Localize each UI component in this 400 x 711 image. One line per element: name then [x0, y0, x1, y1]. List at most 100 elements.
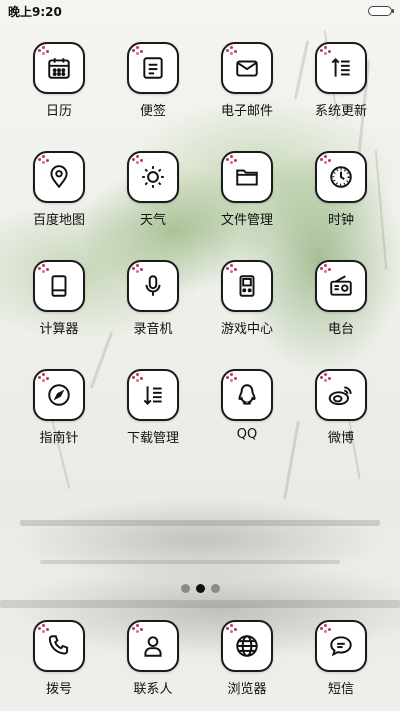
app-tile[interactable]	[315, 260, 367, 312]
app-tile[interactable]	[315, 369, 367, 421]
app-tile[interactable]	[221, 260, 273, 312]
app-weibo[interactable]: 微博	[301, 369, 381, 469]
page-dot-current[interactable]	[195, 584, 205, 593]
app-clock[interactable]: 时钟	[301, 151, 381, 251]
app-tile[interactable]	[33, 260, 85, 312]
mail-icon	[236, 60, 258, 77]
app-tile[interactable]	[315, 151, 367, 203]
blossom-decoration	[132, 373, 146, 383]
app-tile[interactable]	[315, 620, 367, 672]
app-label: 电台	[327, 322, 354, 337]
app-tile[interactable]	[127, 151, 179, 203]
app-email[interactable]: 电子邮件	[207, 42, 287, 142]
app-tile[interactable]	[127, 260, 179, 312]
app-tile[interactable]	[33, 42, 85, 94]
blossom-decoration	[38, 373, 52, 383]
microphone-icon	[145, 275, 161, 296]
app-row: 百度地图 天气 文件管理 时钟	[0, 151, 400, 251]
app-label: 拨号	[45, 682, 72, 697]
app-tile[interactable]	[33, 369, 85, 421]
clock-icon	[330, 166, 352, 188]
app-label: 日历	[45, 104, 72, 119]
gameboy-icon	[239, 275, 255, 297]
app-dialer[interactable]: 拨号	[19, 620, 99, 711]
radio-icon	[330, 275, 352, 296]
app-label: 下载管理	[126, 431, 179, 446]
blossom-decoration	[132, 46, 146, 56]
app-tile[interactable]	[221, 151, 273, 203]
app-game-center[interactable]: 游戏中心	[207, 260, 287, 360]
page-dot[interactable]	[210, 584, 220, 593]
blossom-decoration	[320, 155, 334, 165]
map-pin-icon	[50, 165, 68, 189]
blossom-decoration	[38, 155, 52, 165]
dock: 拨号 联系人 浏览器 短信	[0, 620, 400, 711]
app-notes[interactable]: 便签	[113, 42, 193, 142]
app-tile[interactable]	[315, 42, 367, 94]
page-dot[interactable]	[180, 584, 190, 593]
app-label: 游戏中心	[220, 322, 273, 337]
app-label: 录音机	[133, 322, 173, 337]
note-icon	[143, 57, 163, 79]
calculator-icon	[51, 275, 67, 297]
blossom-decoration	[38, 264, 52, 274]
app-label: 百度地图	[32, 213, 85, 228]
download-list-icon	[143, 386, 162, 406]
app-calculator[interactable]: 计算器	[19, 260, 99, 360]
folder-icon	[236, 169, 258, 186]
app-tile[interactable]	[221, 369, 273, 421]
app-label: 浏览器	[227, 682, 267, 697]
app-label: 文件管理	[220, 213, 273, 228]
app-browser[interactable]: 浏览器	[207, 620, 287, 711]
app-weather[interactable]: 天气	[113, 151, 193, 251]
app-file-manager[interactable]: 文件管理	[207, 151, 287, 251]
blossom-decoration	[132, 264, 146, 274]
blossom-decoration	[38, 624, 52, 634]
app-label: 时钟	[327, 213, 354, 228]
blossom-decoration	[226, 264, 240, 274]
blossom-decoration	[132, 624, 146, 634]
blossom-decoration	[226, 373, 240, 383]
app-label: 计算器	[39, 322, 79, 337]
calendar-icon	[48, 58, 70, 79]
app-tile[interactable]	[127, 369, 179, 421]
blossom-decoration	[226, 46, 240, 56]
globe-icon	[236, 635, 258, 657]
blossom-decoration	[226, 155, 240, 165]
app-label: 指南针	[39, 431, 79, 446]
app-qq[interactable]: QQ	[207, 369, 287, 469]
battery-icon	[368, 6, 394, 16]
app-contacts[interactable]: 联系人	[113, 620, 193, 711]
app-calendar[interactable]: 日历	[19, 42, 99, 142]
status-bar: 晚上9:20	[0, 0, 400, 22]
contact-icon	[144, 636, 162, 657]
app-radio[interactable]: 电台	[301, 260, 381, 360]
app-label: 天气	[139, 213, 166, 228]
app-download-manager[interactable]: 下载管理	[113, 369, 193, 469]
page-indicator[interactable]	[0, 584, 400, 593]
app-recorder[interactable]: 录音机	[113, 260, 193, 360]
app-row: 指南针 下载管理 QQ 微博	[0, 369, 400, 469]
blossom-decoration	[132, 155, 146, 165]
blossom-decoration	[320, 46, 334, 56]
app-compass[interactable]: 指南针	[19, 369, 99, 469]
app-messages[interactable]: 短信	[301, 620, 381, 711]
app-tile[interactable]	[221, 620, 273, 672]
app-label: 联系人	[133, 682, 173, 697]
app-label: QQ	[236, 427, 258, 442]
message-icon	[330, 636, 352, 657]
app-tile[interactable]	[33, 620, 85, 672]
app-tile[interactable]	[33, 151, 85, 203]
app-system-update[interactable]: 系统更新	[301, 42, 381, 142]
app-baidu-map[interactable]: 百度地图	[19, 151, 99, 251]
app-label: 短信	[327, 682, 354, 697]
app-label: 微博	[327, 431, 354, 446]
phone-icon	[48, 635, 69, 655]
blossom-decoration	[226, 624, 240, 634]
blossom-decoration	[320, 624, 334, 634]
weibo-icon	[328, 386, 352, 406]
app-tile[interactable]	[127, 42, 179, 94]
sun-icon	[142, 166, 164, 188]
app-tile[interactable]	[127, 620, 179, 672]
app-tile[interactable]	[221, 42, 273, 94]
